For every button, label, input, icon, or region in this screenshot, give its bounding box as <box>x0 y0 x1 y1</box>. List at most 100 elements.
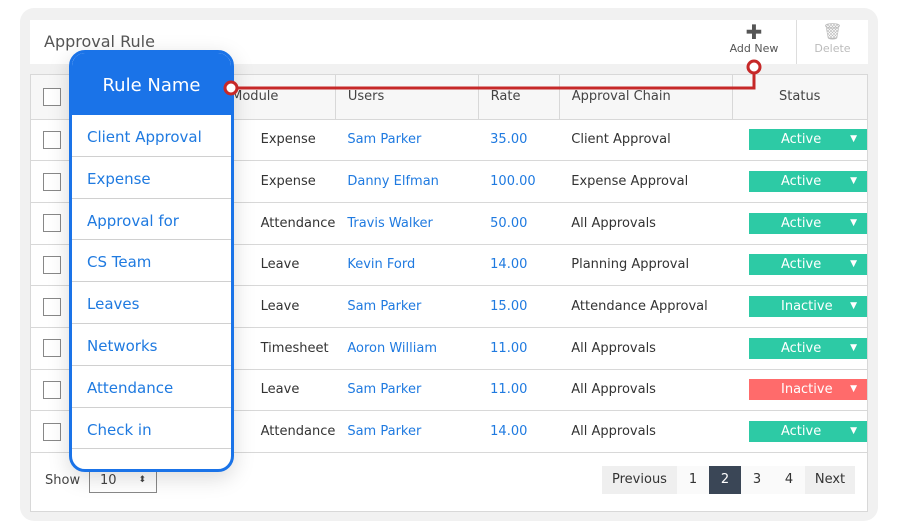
rule-name-item[interactable]: CS Team <box>72 240 231 283</box>
delete-button[interactable]: 🗑 Delete <box>796 20 868 64</box>
rate-value: 35.00 <box>478 119 560 162</box>
status-cell: Active ▼ <box>732 160 867 203</box>
status-cell: Active ▼ <box>732 244 867 287</box>
rule-name-item[interactable]: Leaves <box>72 282 231 324</box>
user-link[interactable]: Travis Walker <box>335 202 479 245</box>
row-select[interactable] <box>31 410 71 453</box>
row-select[interactable] <box>31 119 71 162</box>
status-dropdown[interactable]: Active ▼ <box>749 212 867 234</box>
row-select[interactable] <box>31 369 71 412</box>
page-2-current[interactable]: 2 <box>709 466 741 494</box>
rule-name-header: Rule Name <box>72 53 231 115</box>
row-checkbox[interactable] <box>43 339 61 358</box>
rate-value: 15.00 <box>478 285 560 328</box>
rate-value: 14.00 <box>478 244 560 287</box>
delete-label: Delete <box>814 42 851 55</box>
caret-down-icon: ▼ <box>850 342 857 353</box>
status-dropdown[interactable]: Inactive ▼ <box>749 379 867 401</box>
status-label: Inactive <box>781 382 833 398</box>
page-4[interactable]: 4 <box>773 466 805 494</box>
rate-value: 100.00 <box>478 160 560 203</box>
status-label: Active <box>781 424 822 440</box>
row-checkbox[interactable] <box>43 380 61 399</box>
status-dropdown[interactable]: Active ▼ <box>749 421 867 443</box>
plus-icon: ✚ <box>745 20 763 44</box>
page-title: Approval Rule <box>44 32 155 51</box>
row-checkbox[interactable] <box>43 297 61 316</box>
user-link[interactable]: Danny Elfman <box>335 160 479 203</box>
column-users[interactable]: Users <box>335 75 479 120</box>
column-rate[interactable]: Rate <box>478 75 560 120</box>
add-new-button[interactable]: ✚ Add New <box>718 20 790 64</box>
show-label: Show <box>45 473 81 488</box>
user-link[interactable]: Aoron William <box>335 327 479 370</box>
previous-button[interactable]: Previous <box>602 466 677 494</box>
user-link[interactable]: Sam Parker <box>335 285 479 328</box>
row-checkbox[interactable] <box>43 422 61 441</box>
rule-name-item[interactable]: Attendance <box>72 366 231 408</box>
status-dropdown[interactable]: Active ▼ <box>749 337 867 359</box>
status-cell: Inactive ▼ <box>732 285 867 328</box>
rule-name-item[interactable]: Approval for <box>72 199 231 241</box>
row-checkbox[interactable] <box>43 172 61 191</box>
caret-down-icon: ▼ <box>850 384 857 395</box>
status-cell: Active ▼ <box>732 119 867 162</box>
rule-name-item[interactable]: Check in <box>72 408 231 450</box>
status-label: Active <box>781 215 822 231</box>
rule-name-item[interactable]: Expense <box>72 157 231 199</box>
caret-down-icon: ▼ <box>850 176 857 187</box>
row-checkbox[interactable] <box>43 255 61 274</box>
header-select-all[interactable] <box>31 75 72 120</box>
user-link[interactable]: Sam Parker <box>335 410 479 453</box>
approval-chain-cell: Expense Approval <box>559 160 732 203</box>
status-dropdown[interactable]: Active ▼ <box>749 254 867 276</box>
select-all-checkbox[interactable] <box>43 87 61 106</box>
column-status[interactable]: Status <box>732 75 867 120</box>
status-label: Active <box>781 132 822 148</box>
rate-value: 50.00 <box>478 202 560 245</box>
row-select[interactable] <box>31 202 71 245</box>
caret-down-icon: ▼ <box>850 134 857 145</box>
caret-down-icon: ▼ <box>850 259 857 270</box>
add-new-label: Add New <box>729 42 779 55</box>
column-approval-chain[interactable]: Approval Chain <box>559 75 733 120</box>
page-3[interactable]: 3 <box>741 466 773 494</box>
user-link[interactable]: Sam Parker <box>335 119 479 162</box>
row-checkbox[interactable] <box>43 214 61 233</box>
approval-chain-cell: All Approvals <box>559 327 732 370</box>
pagination: Previous 1 2 3 4 Next <box>602 466 855 494</box>
status-label: Inactive <box>781 299 833 315</box>
approval-chain-cell: All Approvals <box>559 410 732 453</box>
approval-chain-cell: Client Approval <box>559 119 732 162</box>
status-dropdown[interactable]: Active ▼ <box>749 129 867 151</box>
rule-name-item[interactable]: Networks <box>72 324 231 366</box>
user-link[interactable]: Kevin Ford <box>335 244 479 287</box>
approval-chain-cell: All Approvals <box>559 202 732 245</box>
trash-icon: 🗑 <box>822 22 843 41</box>
rule-name-callout: Rule Name Client Approval Expense Approval… <box>69 50 234 472</box>
status-cell: Inactive ▼ <box>732 369 867 412</box>
page-size-value: 10 <box>100 473 117 488</box>
caret-down-icon: ▼ <box>850 301 857 312</box>
status-cell: Active ▼ <box>732 327 867 370</box>
row-select[interactable] <box>31 244 71 287</box>
status-label: Active <box>781 257 822 273</box>
page-1[interactable]: 1 <box>677 466 709 494</box>
next-button[interactable]: Next <box>805 466 855 494</box>
approval-chain-cell: Planning Approval <box>559 244 732 287</box>
updown-icon: ⬍ <box>138 475 146 485</box>
user-link[interactable]: Sam Parker <box>335 369 479 412</box>
rule-name-item[interactable]: Client Approval <box>72 115 231 157</box>
approval-chain-cell: All Approvals <box>559 369 732 412</box>
status-dropdown[interactable]: Inactive ▼ <box>749 296 867 318</box>
row-select[interactable] <box>31 327 71 370</box>
rate-value: 14.00 <box>478 410 560 453</box>
approval-chain-cell: Attendance Approval <box>559 285 732 328</box>
row-checkbox[interactable] <box>43 130 61 149</box>
status-cell: Active ▼ <box>732 202 867 245</box>
rate-value: 11.00 <box>478 369 560 412</box>
status-dropdown[interactable]: Active ▼ <box>749 171 867 193</box>
row-select[interactable] <box>31 160 71 203</box>
status-label: Active <box>781 174 822 190</box>
row-select[interactable] <box>31 285 71 328</box>
